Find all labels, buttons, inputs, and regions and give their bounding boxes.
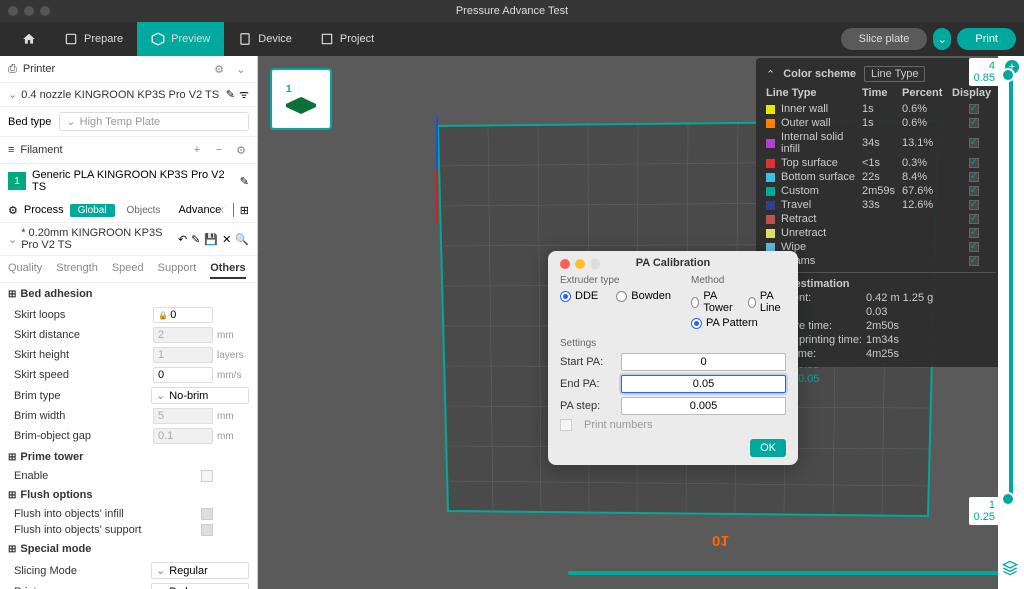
filament-icon: ≡ bbox=[8, 144, 14, 156]
expand-icon[interactable]: ⌃ bbox=[766, 68, 775, 81]
bedtype-select[interactable]: High Temp Plate bbox=[59, 112, 249, 131]
vslider-bot-label: 10.25 bbox=[969, 497, 1000, 525]
tab-support[interactable]: Support bbox=[158, 259, 197, 279]
undo-icon[interactable]: ↶ bbox=[178, 233, 187, 246]
home-button[interactable] bbox=[8, 22, 50, 56]
pa-step-input[interactable] bbox=[621, 397, 786, 415]
section-bed-adhesion[interactable]: Bed adhesion bbox=[0, 283, 257, 305]
add-icon[interactable]: + bbox=[189, 142, 205, 158]
brim-width-input: 5 bbox=[153, 408, 213, 424]
printer-select[interactable]: 0.4 nozzle KINGROON KP3S Pro V2 TS ✎ ᯤ bbox=[0, 83, 257, 107]
tab-strength[interactable]: Strength bbox=[56, 259, 98, 279]
z-axis bbox=[436, 116, 438, 171]
layers-icon[interactable] bbox=[1002, 560, 1018, 579]
svg-text:0.05: 0.05 bbox=[798, 373, 819, 385]
legend-row[interactable]: Custom2m59s67.6% bbox=[756, 184, 1006, 198]
process-select[interactable]: * 0.20mm KINGROON KP3S Pro V2 TS ↶ ✎ 💾 ✕… bbox=[0, 223, 257, 256]
legend-row[interactable]: Bottom surface22s8.4% bbox=[756, 170, 1006, 184]
device-tab[interactable]: Device bbox=[224, 22, 306, 56]
filament-color[interactable]: 1 bbox=[8, 172, 26, 190]
tab-others[interactable]: Others bbox=[210, 259, 245, 279]
flush-infill-check bbox=[201, 508, 213, 520]
section-special[interactable]: Special mode bbox=[0, 538, 257, 560]
main-toolbar: Prepare Preview Device Project Slice pla… bbox=[0, 22, 1024, 56]
radio-tower[interactable]: PA TowerPA Line bbox=[691, 290, 786, 314]
process-tabs: Quality Strength Speed Support Others bbox=[0, 256, 257, 283]
prepare-tab[interactable]: Prepare bbox=[50, 22, 137, 56]
pa-calibration-dialog: PA Calibration Extruder type DDEBowden M… bbox=[548, 251, 798, 465]
vslider-top-handle[interactable] bbox=[1001, 68, 1015, 82]
prime-enable-check[interactable] bbox=[201, 470, 213, 482]
section-flush[interactable]: Flush options bbox=[0, 484, 257, 506]
menu-icon[interactable]: ⊞ bbox=[240, 204, 249, 217]
process-icon: ⚙ bbox=[8, 204, 18, 217]
legend-row[interactable]: Inner wall1s0.6% bbox=[756, 102, 1006, 116]
vslider-bot-handle[interactable] bbox=[1001, 492, 1015, 506]
viewport[interactable]: 1 00.010.020.020.030.040.050.05 01 202 bbox=[258, 56, 1024, 589]
brim-type-select[interactable]: No-brim bbox=[151, 387, 249, 404]
start-pa-input[interactable] bbox=[621, 353, 786, 371]
slicing-mode-select[interactable]: Regular bbox=[151, 562, 249, 579]
horizontal-slider[interactable]: 202 bbox=[568, 571, 1024, 575]
skirt-distance-input: 2 bbox=[153, 327, 213, 343]
tab-speed[interactable]: Speed bbox=[112, 259, 144, 279]
scheme-select[interactable]: Line Type bbox=[864, 66, 926, 82]
edit-icon[interactable]: ✎ bbox=[191, 233, 200, 246]
search-icon[interactable]: 🔍 bbox=[235, 233, 249, 246]
section-prime-tower[interactable]: Prime tower bbox=[0, 446, 257, 468]
plate-thumbnail[interactable]: 1 bbox=[270, 68, 332, 130]
brim-gap-input: 0.1 bbox=[153, 428, 213, 444]
wifi-icon[interactable]: ᯤ bbox=[239, 87, 249, 102]
save-icon[interactable]: 💾 bbox=[204, 233, 218, 246]
skirt-height-input: 1 bbox=[153, 347, 213, 363]
slice-dropdown[interactable]: ⌄ bbox=[933, 28, 951, 50]
printer-icon: ⎙ bbox=[8, 63, 17, 76]
expand-icon[interactable]: ⌄ bbox=[233, 61, 249, 77]
ok-button[interactable]: OK bbox=[750, 439, 786, 457]
x-axis bbox=[436, 169, 438, 224]
window-title: Pressure Advance Test bbox=[456, 5, 568, 17]
tab-quality[interactable]: Quality bbox=[8, 259, 42, 279]
plate-label: 01 bbox=[712, 532, 729, 549]
vslider-top-label: 40.85 bbox=[969, 58, 1000, 86]
skirt-speed-input[interactable]: 0 bbox=[153, 367, 213, 383]
sidebar: ⎙ Printer ⚙ ⌄ 0.4 nozzle KINGROON KP3S P… bbox=[0, 56, 258, 589]
preview-tab[interactable]: Preview bbox=[137, 22, 224, 56]
edit-icon[interactable]: ✎ bbox=[226, 88, 235, 101]
printer-header: ⎙ Printer ⚙ ⌄ bbox=[0, 56, 257, 83]
window-controls[interactable] bbox=[8, 6, 50, 16]
objects-pill[interactable]: Objects bbox=[121, 204, 167, 217]
remove-icon[interactable]: − bbox=[211, 142, 227, 158]
bedtype-label: Bed type bbox=[8, 116, 51, 128]
legend-row[interactable]: Unretract bbox=[756, 226, 1006, 240]
radio-pattern[interactable]: PA Pattern bbox=[691, 317, 786, 329]
print-button[interactable]: Print bbox=[957, 28, 1016, 50]
titlebar: Pressure Advance Test bbox=[0, 0, 1024, 22]
process-header: ⚙ Process Global Objects Advanced ⊞ bbox=[0, 198, 257, 223]
flush-support-check bbox=[201, 524, 213, 536]
gear-icon[interactable]: ⚙ bbox=[233, 142, 249, 158]
filament-row[interactable]: 1 Generic PLA KINGROON KP3S Pro V2 TS ✎ bbox=[0, 164, 257, 198]
legend-row[interactable]: Retract bbox=[756, 212, 1006, 226]
end-pa-input[interactable] bbox=[621, 375, 786, 393]
legend-row[interactable]: Internal solid infill34s13.1% bbox=[756, 130, 1006, 156]
print-seq-select[interactable]: By layer bbox=[151, 583, 249, 589]
skirt-loops-input[interactable]: 0 bbox=[153, 307, 213, 323]
global-pill[interactable]: Global bbox=[70, 204, 115, 217]
print-numbers-check bbox=[560, 419, 572, 431]
vertical-slider[interactable] bbox=[1004, 72, 1018, 502]
edit-icon[interactable]: ✎ bbox=[240, 175, 249, 188]
radio-dde[interactable]: DDEBowden bbox=[560, 290, 671, 302]
slice-button[interactable]: Slice plate bbox=[841, 28, 928, 50]
close-icon[interactable]: ✕ bbox=[222, 233, 231, 246]
legend-row[interactable]: Travel33s12.6% bbox=[756, 198, 1006, 212]
legend-row[interactable]: Outer wall1s0.6% bbox=[756, 116, 1006, 130]
gear-icon[interactable]: ⚙ bbox=[211, 61, 227, 77]
legend-row[interactable]: Top surface<1s0.3% bbox=[756, 156, 1006, 170]
filament-header: ≡ Filament + − ⚙ bbox=[0, 137, 257, 164]
project-tab[interactable]: Project bbox=[306, 22, 388, 56]
